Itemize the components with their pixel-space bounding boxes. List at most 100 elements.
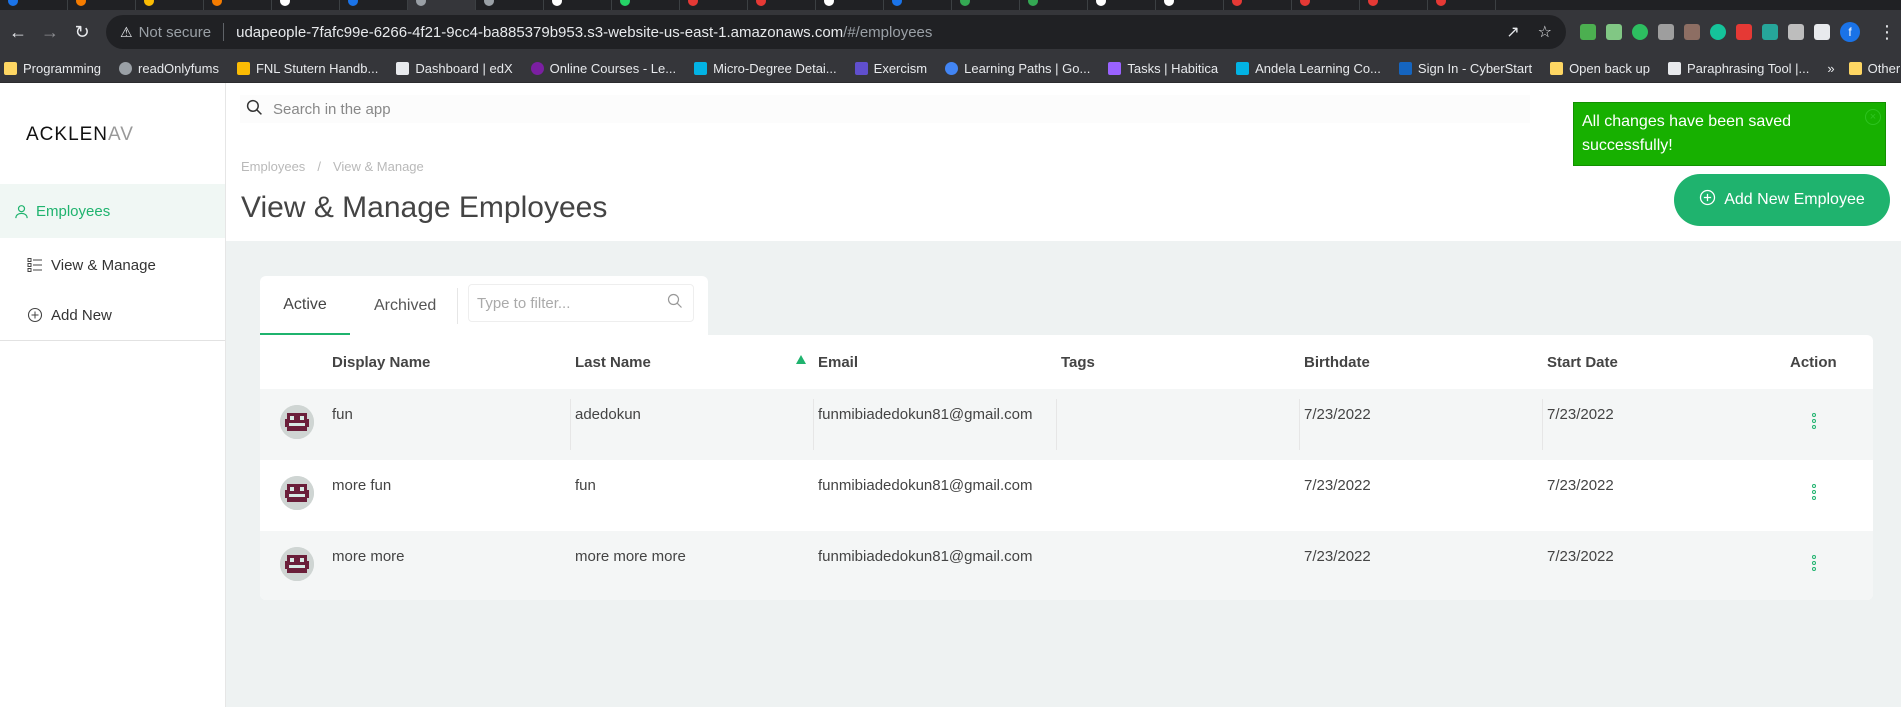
- cell-divider: [570, 399, 571, 450]
- browser-tab-active[interactable]: [408, 0, 476, 10]
- back-icon[interactable]: ←: [4, 18, 32, 46]
- grammarly-icon[interactable]: [1710, 24, 1726, 40]
- breadcrumb-employees[interactable]: Employees: [241, 159, 305, 174]
- browser-tab[interactable]: [476, 0, 544, 10]
- reload-icon[interactable]: ↻: [68, 18, 96, 46]
- bookmark-item[interactable]: FNL Stutern Handb...: [236, 61, 378, 76]
- search-icon[interactable]: [667, 293, 683, 314]
- column-header-birthdate[interactable]: Birthdate: [1304, 354, 1370, 371]
- tab-archived[interactable]: Archived: [374, 276, 436, 335]
- bookmark-star-icon[interactable]: ☆: [1538, 22, 1552, 42]
- sidebar-item-view-manage[interactable]: View & Manage: [0, 238, 225, 292]
- browser-tab[interactable]: [952, 0, 1020, 10]
- extension-icon[interactable]: [1736, 24, 1752, 40]
- bookmark-item[interactable]: Andela Learning Co...: [1236, 61, 1381, 76]
- bookmark-item[interactable]: Micro-Degree Detai...: [694, 61, 837, 76]
- browser-tab[interactable]: [272, 0, 340, 10]
- tab-active[interactable]: Active: [260, 276, 350, 335]
- bookmark-item[interactable]: Online Courses - Le...: [530, 61, 676, 76]
- column-header-last-name[interactable]: Last Name: [575, 354, 651, 371]
- bookmark-item[interactable]: Programming: [4, 61, 101, 76]
- row-actions-icon[interactable]: [1810, 484, 1818, 506]
- table-header: Display Name Last Name Email Tags Birthd…: [260, 335, 1873, 389]
- browser-tab[interactable]: [68, 0, 136, 10]
- column-header-email[interactable]: Email: [818, 354, 858, 371]
- browser-tab[interactable]: [0, 0, 68, 10]
- filter-field[interactable]: [468, 284, 694, 322]
- column-header-start-date[interactable]: Start Date: [1547, 354, 1618, 371]
- search-placeholder: Search in the app: [273, 100, 391, 118]
- sidebar-item-employees[interactable]: Employees: [0, 184, 225, 238]
- sidebar-item-label: View & Manage: [51, 256, 156, 274]
- table-row[interactable]: more more more more more funmibiadedokun…: [260, 531, 1873, 600]
- browser-tab[interactable]: [136, 0, 204, 10]
- bookmark-item[interactable]: Learning Paths | Go...: [945, 61, 1090, 76]
- tabs-divider: [457, 288, 458, 324]
- cell-email: funmibiadedokun81@gmail.com: [818, 477, 1033, 494]
- cell-divider: [1299, 399, 1300, 450]
- browser-tab[interactable]: [612, 0, 680, 10]
- column-header-display-name[interactable]: Display Name: [332, 354, 430, 371]
- extension-icon[interactable]: [1658, 24, 1674, 40]
- browser-tab-strip[interactable]: [0, 0, 1901, 10]
- bookmark-item[interactable]: Exercism: [854, 61, 927, 76]
- browser-menu-icon[interactable]: ⋮: [1878, 22, 1896, 43]
- bookmark-item[interactable]: Open back up: [1550, 61, 1650, 76]
- more-bookmarks-icon[interactable]: »: [1827, 61, 1834, 76]
- url-host[interactable]: udapeople-7fafc99e-6266-4f21-9cc4-ba8853…: [236, 24, 843, 41]
- address-divider: [223, 23, 225, 41]
- table-row[interactable]: fun adedokun funmibiadedokun81@gmail.com…: [260, 389, 1873, 460]
- browser-tab[interactable]: [1428, 0, 1496, 10]
- bookmark-item[interactable]: Tasks | Habitica: [1108, 61, 1218, 76]
- side-panel-icon[interactable]: [1814, 24, 1830, 40]
- other-bookmarks[interactable]: Other bookmarks: [1848, 61, 1901, 76]
- extension-icon[interactable]: [1580, 24, 1596, 40]
- extension-icon[interactable]: [1684, 24, 1700, 40]
- sidebar-item-label: Employees: [36, 202, 111, 220]
- success-toast[interactable]: All changes have been saved successfully…: [1573, 102, 1886, 166]
- url-path[interactable]: /#/employees: [843, 24, 932, 41]
- sidebar-item-add-new[interactable]: Add New: [0, 288, 225, 342]
- browser-tab[interactable]: [1020, 0, 1088, 10]
- close-icon[interactable]: ×: [1865, 109, 1881, 125]
- extension-icon[interactable]: [1762, 24, 1778, 40]
- address-bar[interactable]: ⚠ Not secure udapeople-7fafc99e-6266-4f2…: [106, 15, 1566, 49]
- row-actions-icon[interactable]: [1810, 555, 1818, 577]
- browser-tab[interactable]: [1360, 0, 1428, 10]
- browser-tab[interactable]: [544, 0, 612, 10]
- column-header-tags[interactable]: Tags: [1061, 354, 1095, 371]
- sort-ascending-icon[interactable]: [796, 355, 806, 364]
- bookmark-item[interactable]: Dashboard | edX: [396, 61, 513, 76]
- breadcrumb: Employees / View & Manage: [241, 159, 424, 174]
- profile-avatar[interactable]: f: [1840, 22, 1860, 42]
- cell-display-name: more more: [332, 548, 405, 565]
- extension-icon[interactable]: [1606, 24, 1622, 40]
- share-icon[interactable]: ↗: [1506, 22, 1519, 42]
- row-actions-icon[interactable]: [1810, 413, 1818, 435]
- add-new-employee-button[interactable]: Add New Employee: [1674, 174, 1890, 226]
- browser-tab[interactable]: [204, 0, 272, 10]
- puzzle-icon[interactable]: [1788, 24, 1804, 40]
- browser-tab[interactable]: [1156, 0, 1224, 10]
- search-input[interactable]: Search in the app: [240, 95, 1530, 123]
- sidebar-item-label: Add New: [51, 306, 112, 324]
- forward-icon[interactable]: →: [36, 18, 64, 46]
- browser-tab[interactable]: [340, 0, 408, 10]
- globe-icon: [119, 61, 133, 75]
- evernote-icon[interactable]: [1632, 24, 1648, 40]
- browser-tab[interactable]: [748, 0, 816, 10]
- browser-tab[interactable]: [884, 0, 952, 10]
- bookmark-item[interactable]: Sign In - CyberStart: [1398, 61, 1532, 76]
- bookmark-item[interactable]: Paraphrasing Tool |...: [1668, 61, 1809, 76]
- browser-tab[interactable]: [1088, 0, 1156, 10]
- bookmark-item[interactable]: readOnlyfums: [119, 61, 219, 76]
- table-row[interactable]: more fun fun funmibiadedokun81@gmail.com…: [260, 460, 1873, 531]
- browser-tab[interactable]: [1224, 0, 1292, 10]
- browser-tab[interactable]: [1292, 0, 1360, 10]
- browser-tab[interactable]: [816, 0, 884, 10]
- browser-tab[interactable]: [680, 0, 748, 10]
- cell-divider: [813, 399, 814, 450]
- filter-input[interactable]: [477, 294, 647, 312]
- warning-icon[interactable]: ⚠: [120, 24, 133, 41]
- not-secure-label[interactable]: Not secure: [139, 24, 212, 41]
